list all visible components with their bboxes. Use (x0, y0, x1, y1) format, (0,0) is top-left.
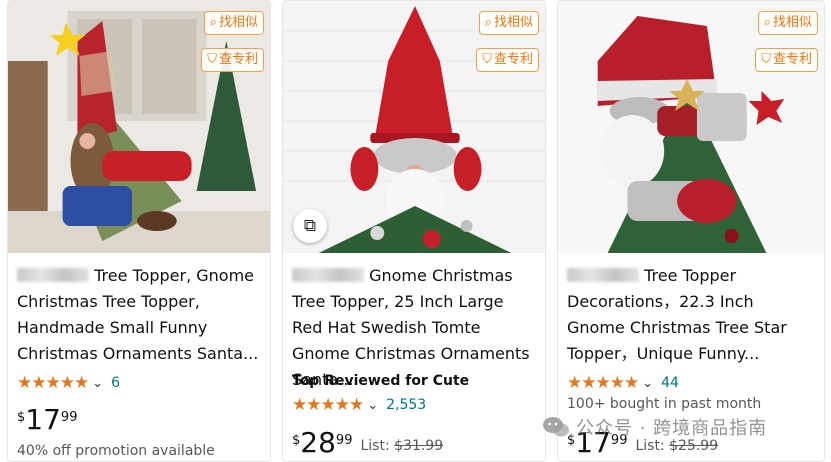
list-price: List: $25.99 (635, 438, 719, 454)
chevron-down-icon[interactable]: ⌄ (367, 398, 378, 413)
redacted-brand (292, 268, 364, 282)
check-patent-button[interactable]: ⛉ 查专利 (476, 48, 539, 72)
wechat-icon (543, 417, 569, 437)
check-patent-button[interactable]: ⛉ 查专利 (201, 48, 264, 72)
product-image-3[interactable] (558, 1, 824, 253)
list-price: List: $31.99 (360, 438, 444, 454)
product-image-1[interactable] (8, 1, 270, 253)
rating[interactable]: ★★★★★ ⌄ 44 (567, 373, 679, 393)
redacted-brand (567, 268, 639, 282)
promotion-text: 40% off promotion available (17, 443, 215, 459)
product-title[interactable]: Tree Topper, Gnome Christmas Tree Topper… (17, 263, 261, 367)
price: $ 17 99 (17, 403, 78, 436)
watermark: 公众号 · 跨境商品指南 (542, 414, 767, 440)
bought-count: 100+ bought in past month (567, 396, 762, 412)
star-rating-icon: ★★★★★ (292, 395, 364, 415)
review-count[interactable]: 2,553 (386, 397, 426, 413)
star-rating-icon: ★★★★★ (17, 373, 89, 393)
badge-text: Top Reviewed for Cute (292, 373, 470, 389)
rating[interactable]: ★★★★★ ⌄ 2,553 (292, 395, 426, 415)
search-icon: ⌕ (209, 15, 217, 30)
product-title[interactable]: Tree Topper Decorations，22.3 Inch Gnome … (567, 263, 815, 367)
rating[interactable]: ★★★★★ ⌄ 6 (17, 373, 120, 393)
view-more-images-icon[interactable]: ⧉ (293, 209, 327, 243)
product-card-1[interactable]: ⌕ 找相似 ⛉ 查专利 Tree Topper, Gnome Christmas T… (7, 0, 271, 462)
product-card-3[interactable]: ⌕ 找相似 ⛉ 查专利 Tree Topper Decorations，22.3 I… (557, 0, 825, 462)
chevron-down-icon[interactable]: ⌄ (92, 376, 103, 391)
chevron-down-icon[interactable]: ⌄ (642, 376, 653, 391)
find-similar-button[interactable]: ⌕ 找相似 (757, 11, 818, 35)
review-count[interactable]: 44 (661, 375, 679, 391)
shield-icon: ⛉ (207, 52, 217, 67)
shield-icon: ⛉ (761, 52, 771, 67)
price: $ 28 99 List: $31.99 (292, 426, 444, 459)
product-card-2[interactable]: ⌕ 找相似 ⛉ 查专利 ⧉ Gnome Christmas Tree Topper,… (282, 0, 546, 462)
star-rating-icon: ★★★★★ (567, 373, 639, 393)
review-count[interactable]: 6 (111, 375, 120, 391)
redacted-brand (17, 268, 89, 282)
find-similar-button[interactable]: ⌕ 找相似 (478, 11, 539, 35)
find-similar-button[interactable]: ⌕ 找相似 (203, 11, 264, 35)
shield-icon: ⛉ (482, 52, 492, 67)
check-patent-button[interactable]: ⛉ 查专利 (755, 48, 818, 72)
search-icon: ⌕ (484, 15, 492, 30)
search-icon: ⌕ (763, 15, 771, 30)
